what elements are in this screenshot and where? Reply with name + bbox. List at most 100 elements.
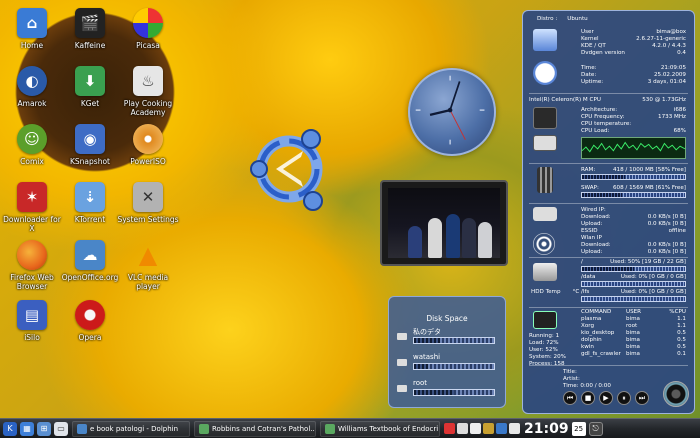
disk-space-widget[interactable]: Disk Space 私のデタ watashi root — [388, 296, 506, 408]
disk-name: 私のデタ — [413, 328, 441, 336]
desktop-icon-cooking-academy[interactable]: ♨ Play Cooking Academy — [116, 66, 180, 117]
hard-drive-icon — [533, 263, 557, 281]
hdd-temp-row: HDD Temp °C — [531, 289, 580, 295]
table-row: kio_desktop bima 0.5 — [581, 330, 686, 336]
distro-name: Ubuntu — [567, 16, 588, 22]
tray-device-icon[interactable] — [496, 423, 507, 434]
desktop-icon-label: Firefox Web Browser — [10, 273, 54, 291]
cpu-speed: 530 @ 1.73GHz — [642, 97, 686, 103]
book-icon — [199, 423, 209, 434]
tray-clipboard-icon[interactable] — [457, 423, 468, 434]
desktop-icon-downloader[interactable]: ✶ Downloader for X — [0, 182, 64, 233]
cpu-load-graph — [581, 137, 686, 159]
divider — [529, 203, 688, 204]
system-info-list: User bima@box Kernel 2.6.27-11-generic KDE… — [581, 29, 686, 56]
book-icon — [325, 423, 335, 434]
desktop-icon-label: Home — [20, 41, 44, 50]
desktop-icon-system-settings[interactable]: ✕ System Settings — [116, 182, 180, 224]
desktop-icon-vlc[interactable]: ▲ VLC media player — [116, 240, 180, 291]
tray-monitor-icon[interactable] — [470, 423, 481, 434]
task-williams[interactable]: Williams Textbook of Endocri... — [320, 420, 440, 437]
film-clapper-icon: 🎬 — [75, 8, 105, 38]
chef-icon: ♨ — [133, 66, 163, 96]
disk-name: root — [413, 379, 428, 387]
openoffice-icon: ☁ — [75, 240, 105, 270]
disk-name: watashi — [413, 353, 441, 361]
amarok-player-icon[interactable] — [663, 381, 689, 407]
desktop-icon-label: OpenOffice.org — [61, 273, 119, 282]
desktop-icon-label: iSilo — [24, 333, 40, 342]
tray-network-icon[interactable] — [444, 423, 455, 434]
previous-icon[interactable]: ⏮ — [563, 391, 577, 405]
kde-menu-icon[interactable]: K — [3, 421, 17, 436]
tray-volume-icon[interactable] — [509, 423, 520, 434]
desktop-icon-label: KSnapshot — [70, 157, 110, 166]
desktop-icon-label: Amarok — [17, 99, 47, 108]
desktop-icon-amarok[interactable]: ◐ Amarok — [0, 66, 64, 108]
analog-clock-widget[interactable] — [408, 68, 496, 156]
table-row: Xorg root 1.1 — [581, 323, 686, 329]
calendar-date[interactable]: 25 — [571, 421, 586, 436]
desktop-icon-firefox[interactable]: Firefox Web Browser — [0, 240, 64, 291]
distro-header: Distro : Ubuntu — [537, 16, 588, 23]
hard-drive-icon — [397, 359, 407, 366]
play-icon[interactable]: ▶ — [599, 391, 613, 405]
system-info-panel[interactable]: Distro : Ubuntu User bima@box Kernel 2.6.2… — [522, 10, 695, 414]
desktop-icon-label: Play Cooking Academy — [123, 99, 173, 117]
desktop-icon-ksnapshot[interactable]: ◉ KSnapshot — [58, 124, 122, 166]
lock-logout-icon[interactable]: ⎋ — [588, 421, 603, 436]
hard-drive-icon — [397, 385, 407, 392]
desktop-icon-home[interactable]: ⌂ Home — [0, 8, 64, 50]
android-robot-icon: ☺ — [17, 124, 47, 154]
cpu-title-row: Intel(R) Celeron(R) M CPU 530 @ 1.73GHz — [529, 97, 686, 104]
desktop-icon-kaffeine[interactable]: 🎬 Kaffeine — [58, 8, 122, 50]
table-row: plasma bima 1.1 — [581, 316, 686, 322]
cpu-model: Intel(R) Celeron(R) M CPU — [529, 97, 601, 103]
picasa-icon — [133, 8, 163, 38]
isilo-icon: ▤ — [17, 300, 47, 330]
desktop-icon-poweriso[interactable]: PowerISO — [116, 124, 180, 166]
desktop-icon-picasa[interactable]: Picasa — [116, 8, 180, 50]
chip-icon — [533, 135, 557, 151]
taskbar: K ▦ ⊞ ▭ e book patologi - Dolphin Robbin… — [0, 418, 700, 438]
clock-hour-hand — [429, 108, 451, 116]
network-cable-icon — [533, 207, 557, 221]
folder-icon — [77, 423, 87, 434]
desktop-icon-opera[interactable]: Opera — [58, 300, 122, 342]
tray-power-icon[interactable] — [483, 423, 494, 434]
task-dolphin[interactable]: e book patologi - Dolphin — [72, 420, 190, 437]
desktop-icon-isilo[interactable]: ▤ iSilo — [0, 300, 64, 342]
desktop-icon-label: KTorrent — [74, 215, 106, 224]
desktop-icon-label: Downloader for X — [3, 215, 61, 233]
stop-icon[interactable]: ■ — [581, 391, 595, 405]
dolphin-icon[interactable]: ▭ — [54, 421, 68, 436]
wifi-antenna-icon — [533, 233, 555, 255]
desktop-icon-label: PowerISO — [130, 157, 166, 166]
task-robbins[interactable]: Robbins and Cotran's Pathol... — [194, 420, 316, 437]
hard-drive-icon — [397, 333, 407, 340]
ram-meter — [581, 174, 686, 180]
firefox-icon — [17, 240, 47, 270]
kde-logo-icon — [243, 125, 331, 213]
show-desktop-icon[interactable]: ▦ — [20, 421, 34, 436]
divider — [529, 93, 688, 94]
next-icon[interactable]: ⏭ — [635, 391, 649, 405]
taskbar-clock[interactable]: 21:09 — [524, 421, 569, 437]
windows-logo-icon[interactable]: ⊞ — [37, 421, 51, 436]
clock-face — [415, 75, 485, 145]
ram-chip-icon — [537, 167, 553, 193]
desktop-icon-openoffice[interactable]: ☁ OpenOffice.org — [58, 240, 122, 282]
amarok-wolf-icon: ◐ — [17, 66, 47, 96]
download-arrow-icon: ⬇ — [75, 66, 105, 96]
terminal-icon — [533, 311, 557, 329]
tools-icon: ✕ — [133, 182, 163, 212]
disc-icon — [133, 124, 163, 154]
photo-frame-widget[interactable] — [380, 180, 508, 266]
desktop-icon-label: Opera — [78, 333, 102, 342]
desktop-icon-comix[interactable]: ☺ Comix — [0, 124, 64, 166]
pause-icon[interactable]: ⏸ — [617, 391, 631, 405]
desktop-icon-ktorrent[interactable]: ⇣ KTorrent — [58, 182, 122, 224]
distro-label: Distro : — [537, 16, 558, 22]
network-info-list: Wired IP: Download: 0.0 KB/s [0 B] Upload… — [581, 207, 686, 255]
desktop-icon-kget[interactable]: ⬇ KGet — [58, 66, 122, 108]
